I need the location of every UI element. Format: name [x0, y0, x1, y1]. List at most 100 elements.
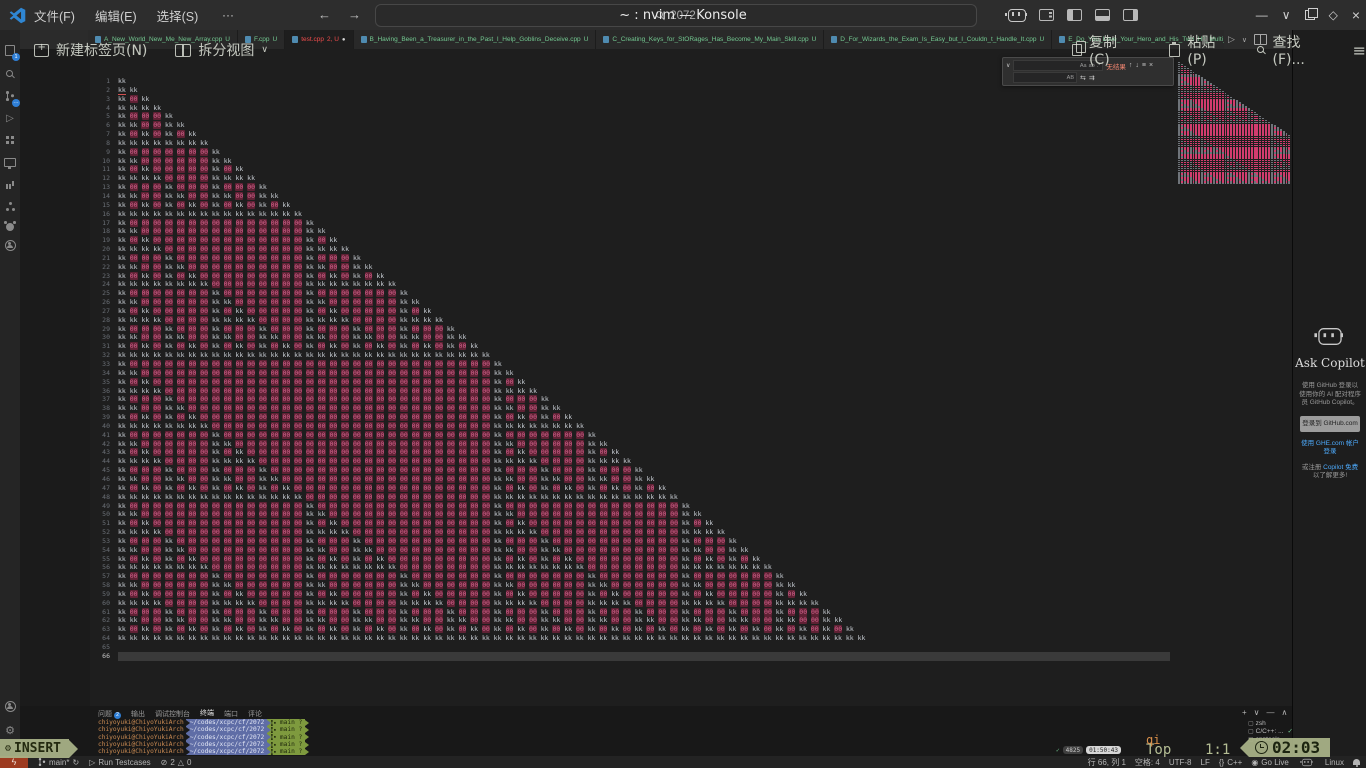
code-line[interactable]: 9kk 00 00 00 00 00 00 00 kk [90, 148, 1170, 157]
code-line[interactable]: 24kk kk kk kk kk kk kk kk 00 00 00 00 00… [90, 280, 1170, 289]
find-input[interactable]: Aa ab .* [1013, 60, 1103, 71]
find-next-icon[interactable]: ↓ [1135, 62, 1139, 69]
account-icon[interactable] [0, 698, 20, 714]
command-center-search[interactable]: 2072 [375, 4, 977, 27]
find-close-icon[interactable]: × [1149, 62, 1153, 69]
code-line[interactable]: 58kk kk 00 00 00 00 00 00 kk kk 00 00 00… [90, 581, 1170, 590]
code-line[interactable]: 28kk kk kk kk 00 00 00 00 kk kk kk kk 00… [90, 316, 1170, 325]
code-line[interactable]: 62kk kk 00 00 kk kk 00 00 kk kk 00 00 kk… [90, 616, 1170, 625]
code-line[interactable]: 51kk 00 kk 00 00 00 00 00 00 00 00 00 00… [90, 519, 1170, 528]
copilot-icon[interactable] [1008, 9, 1026, 22]
menu-file[interactable]: 文件(F) [34, 6, 75, 25]
code-line[interactable]: 56kk kk kk kk kk kk kk kk 00 00 00 00 00… [90, 563, 1170, 572]
explorer-icon[interactable]: 1 [0, 42, 20, 58]
code-line[interactable]: 15kk 00 kk 00 kk 00 kk 00 kk 00 kk 00 kk… [90, 201, 1170, 210]
settings-gear-icon[interactable]: ⚙ [0, 722, 20, 738]
code-line[interactable]: 2kk kk [90, 86, 1170, 95]
close-icon[interactable]: × [1352, 7, 1360, 23]
code-line[interactable]: 61kk 00 00 00 kk 00 00 00 kk 00 00 00 kk… [90, 608, 1170, 617]
code-line[interactable]: 17kk 00 00 00 00 00 00 00 00 00 00 00 00… [90, 219, 1170, 228]
code-line[interactable]: 12kk kk kk kk 00 00 00 00 kk kk kk kk [90, 174, 1170, 183]
code-line[interactable]: 40kk kk kk kk kk kk kk kk 00 00 00 00 00… [90, 422, 1170, 431]
replace-all-icon[interactable]: ⇉ [1089, 74, 1095, 82]
chart-extension-icon[interactable] [0, 176, 20, 192]
menu-overflow[interactable]: ··· [222, 0, 234, 30]
code-line[interactable]: 65 [90, 643, 1170, 652]
toggle-replace-icon[interactable]: ∨ [1006, 62, 1010, 69]
code-line[interactable]: 37kk 00 00 00 kk 00 00 00 00 00 00 00 00… [90, 395, 1170, 404]
code-line[interactable]: 44kk kk kk kk 00 00 00 00 kk kk kk kk 00… [90, 457, 1170, 466]
run-file-icon[interactable]: ▷ [1228, 34, 1235, 45]
editor-tab[interactable]: E_Do_You_Love_Your_Hero_and_His_Two_Hit_… [1052, 30, 1224, 49]
cursor-position-status[interactable]: 行 66, 列 1 [1088, 757, 1126, 768]
indentation-status[interactable]: 空格: 4 [1135, 757, 1160, 768]
code-line[interactable]: 25kk 00 00 00 00 00 00 00 kk 00 00 00 00… [90, 289, 1170, 298]
code-line[interactable]: 49kk 00 00 00 00 00 00 00 00 00 00 00 00… [90, 502, 1170, 511]
encoding-status[interactable]: UTF-8 [1169, 758, 1192, 767]
editor-tab[interactable]: test.cpp2, U● [285, 30, 353, 49]
editor-tab[interactable]: B_Having_Been_a_Treasurer_in_the_Past_I_… [354, 30, 597, 49]
find-previous-icon[interactable]: ↑ [1129, 62, 1133, 69]
editor-pane[interactable]: 1kk2kk kk3kk 00 kk4kk kk kk kk5kk 00 00 … [90, 49, 1292, 706]
search-icon[interactable] [0, 66, 20, 82]
code-line[interactable]: 27kk 00 kk 00 00 00 00 00 kk 00 kk 00 00… [90, 307, 1170, 316]
terminal-list-item[interactable]: ▢C/C++: ...✓ [1248, 727, 1292, 735]
source-control-icon[interactable]: ··· [0, 88, 20, 104]
konsole-chevron-icon[interactable]: ∨ [1282, 8, 1291, 22]
current-line[interactable]: 66 [90, 652, 1170, 661]
code-line[interactable]: 57kk 00 00 00 00 00 00 00 kk 00 00 00 00… [90, 572, 1170, 581]
code-line[interactable]: 54kk kk 00 00 kk kk 00 00 00 00 00 00 00… [90, 546, 1170, 555]
customize-layout-icon[interactable] [1039, 9, 1054, 21]
menu-edit[interactable]: 编辑(E) [95, 6, 137, 25]
copilot-free-link[interactable]: Copilot 免费 [1323, 464, 1358, 471]
run-debug-icon[interactable]: ▷ [0, 110, 20, 126]
restore-icon[interactable] [1305, 10, 1315, 20]
code-line[interactable]: 6kk kk 00 00 kk kk [90, 121, 1170, 130]
code-line[interactable]: 35kk 00 kk 00 00 00 00 00 00 00 00 00 00… [90, 378, 1170, 387]
code-line[interactable]: 45kk 00 00 00 kk 00 00 00 kk 00 00 00 kk… [90, 466, 1170, 475]
terminal-output[interactable]: chiyoyuki@ChiyoYukiArch~/codes/xcpc/cf/2… [98, 719, 309, 755]
nav-back-icon[interactable]: ← [318, 0, 331, 30]
code-line[interactable]: 32kk kk kk kk kk kk kk kk kk kk kk kk kk… [90, 351, 1170, 360]
editor-tab[interactable]: C_Creating_Keys_for_StORages_Has_Become_… [596, 30, 824, 49]
panel-tab[interactable]: 调试控制台 [155, 709, 190, 719]
split-editor-icon[interactable] [1254, 34, 1267, 45]
code-line[interactable]: 42kk kk 00 00 00 00 00 00 kk kk 00 00 00… [90, 440, 1170, 449]
editor-tab[interactable]: F.cppU [238, 30, 285, 49]
toggle-secondary-sidebar-icon[interactable] [1123, 9, 1138, 21]
code-line[interactable]: 55kk 00 kk 00 kk 00 kk 00 00 00 00 00 00… [90, 555, 1170, 564]
code-line[interactable]: 21kk 00 00 00 kk 00 00 00 00 00 00 00 00… [90, 254, 1170, 263]
code-line[interactable]: 48kk kk kk kk kk kk kk kk kk kk kk kk kk… [90, 493, 1170, 502]
go-live-button[interactable]: ◉Go Live [1251, 758, 1289, 767]
language-mode-status[interactable]: {}C++ [1219, 758, 1242, 767]
keep-above-icon[interactable]: ◇ [1329, 8, 1338, 22]
problems-status[interactable]: ⊘2△0 [161, 758, 192, 767]
code-line[interactable]: 59kk 00 kk 00 00 00 00 00 kk 00 kk 00 00… [90, 590, 1170, 599]
connections-extension-icon[interactable] [0, 198, 20, 214]
panel-tab[interactable]: 评论 [248, 709, 262, 719]
code-line[interactable]: 23kk 00 kk 00 kk 00 kk 00 00 00 00 00 00… [90, 272, 1170, 281]
code-line[interactable]: 18kk kk 00 00 00 00 00 00 00 00 00 00 00… [90, 227, 1170, 236]
editor-tab[interactable]: D_For_Wizards_the_Exam_Is_Easy_but_I_Cou… [824, 30, 1052, 49]
code-line[interactable]: 31kk 00 kk 00 kk 00 kk 00 kk 00 kk 00 kk… [90, 342, 1170, 351]
editor-tab[interactable]: A_New_World_New_Me_New_Array.cppU [88, 30, 238, 49]
extensions-icon[interactable] [0, 132, 20, 148]
code-line[interactable]: 8kk kk kk kk kk kk kk kk [90, 139, 1170, 148]
whole-word-icon[interactable]: ab [1089, 63, 1095, 69]
code-line[interactable]: 7kk 00 kk 00 kk 00 kk [90, 130, 1170, 139]
match-case-icon[interactable]: Aa [1080, 63, 1087, 69]
terminal-list-item[interactable]: ▢zsh [1248, 719, 1292, 727]
code-line[interactable]: 53kk 00 00 00 kk 00 00 00 00 00 00 00 00… [90, 537, 1170, 546]
code-line[interactable]: 22kk kk 00 00 kk kk 00 00 00 00 00 00 00… [90, 263, 1170, 272]
code-line[interactable]: 60kk kk kk kk 00 00 00 00 kk kk kk kk 00… [90, 599, 1170, 608]
code-line[interactable]: 3kk 00 kk [90, 95, 1170, 104]
code-line[interactable]: 30kk kk 00 00 kk kk 00 00 kk kk 00 00 kk… [90, 333, 1170, 342]
ghe-signin-link[interactable]: 使用 GHE.com 帐户登录 [1293, 440, 1366, 457]
user-profile-icon[interactable] [0, 237, 20, 253]
code-line[interactable]: 4kk kk kk kk [90, 104, 1170, 113]
new-terminal-icon[interactable]: + [1242, 708, 1247, 717]
split-terminal-icon[interactable]: — [1267, 708, 1275, 717]
regex-icon[interactable]: .* [1097, 63, 1101, 69]
panel-tab[interactable]: 终端 [200, 708, 214, 720]
code-line[interactable]: 52kk kk kk kk 00 00 00 00 00 00 00 00 00… [90, 528, 1170, 537]
